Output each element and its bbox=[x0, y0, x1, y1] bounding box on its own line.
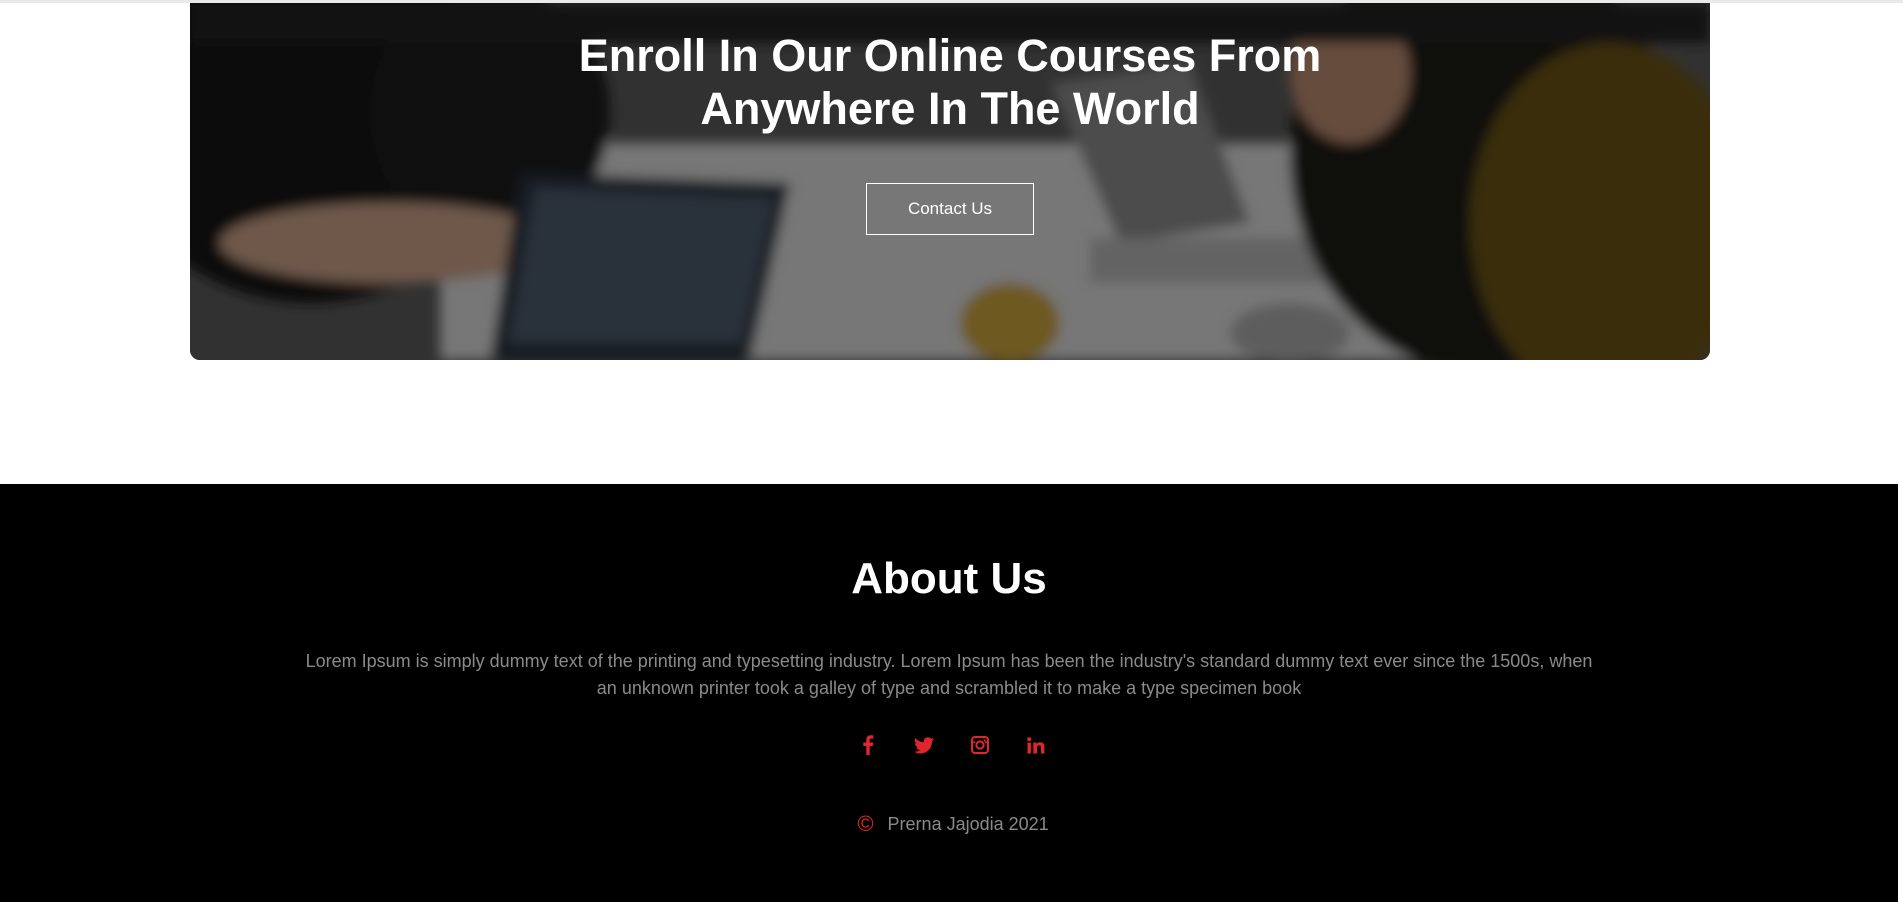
linkedin-icon bbox=[1026, 736, 1044, 753]
twitter-link[interactable] bbox=[913, 734, 935, 756]
social-links bbox=[0, 734, 1898, 756]
hero-banner: Enroll In Our Online Courses From Anywhe… bbox=[190, 3, 1710, 360]
copyright: © Prerna Jajodia 2021 bbox=[0, 813, 1898, 835]
hero-title-line-1: Enroll In Our Online Courses From bbox=[578, 30, 1322, 81]
about-us-title: About Us bbox=[851, 554, 1047, 603]
hero-title-line-2: Anywhere In The World bbox=[700, 83, 1200, 134]
copyright-icon: © bbox=[857, 811, 874, 836]
twitter-icon bbox=[913, 736, 934, 753]
copyright-text: Prerna Jajodia 2021 bbox=[887, 813, 1049, 834]
facebook-link[interactable] bbox=[857, 734, 879, 756]
contact-us-button[interactable]: Contact Us bbox=[866, 183, 1034, 235]
linkedin-link[interactable] bbox=[1025, 734, 1047, 756]
right-edge-strip bbox=[1898, 484, 1903, 902]
footer: About Us Lorem Ipsum is simply dummy tex… bbox=[0, 484, 1898, 902]
instagram-icon bbox=[970, 736, 989, 754]
instagram-link[interactable] bbox=[969, 734, 991, 756]
hero-title: Enroll In Our Online Courses From Anywhe… bbox=[190, 29, 1710, 135]
about-us-text: Lorem Ipsum is simply dummy text of the … bbox=[305, 651, 1593, 698]
page: Enroll In Our Online Courses From Anywhe… bbox=[0, 0, 1903, 902]
facebook-icon bbox=[862, 735, 873, 755]
